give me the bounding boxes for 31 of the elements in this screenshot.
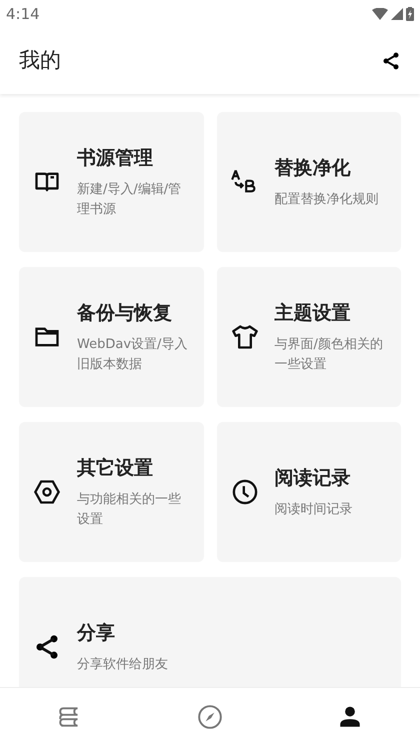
card-title: 阅读记录	[274, 466, 352, 491]
signal-icon	[391, 8, 403, 20]
shirt-icon	[230, 323, 258, 351]
card-title: 分享	[77, 620, 116, 646]
card-description: 与界面/颜色相关的一些设置	[274, 336, 384, 374]
share-icon[interactable]	[381, 51, 401, 71]
menu-card[interactable]: 替换净化 配置替换净化规则	[216, 112, 401, 252]
card-description: 阅读时间记录	[274, 501, 352, 520]
battery-icon	[406, 7, 414, 21]
menu-card[interactable]: 书源管理 新建/导入/编辑/管理书源	[19, 112, 204, 252]
clock-icon	[230, 478, 258, 506]
menu-card[interactable]: 主题设置 与界面/颜色相关的一些设置	[216, 267, 401, 407]
hexagon-icon	[33, 478, 61, 506]
menu-card[interactable]: 备份与恢复 WebDav设置/导入旧版本数据	[19, 267, 204, 407]
card-title: 备份与恢复	[77, 300, 173, 326]
card-title: 替换净化	[274, 156, 352, 181]
menu-card[interactable]: 阅读记录 阅读时间记录	[216, 422, 401, 562]
menu-card[interactable]: 分享 分享软件给朋友	[19, 577, 401, 687]
card-description: 配置替换净化规则	[274, 191, 378, 210]
card-description: WebDav设置/导入旧版本数据	[77, 336, 188, 374]
card-description: 与功能相关的一些设置	[77, 491, 182, 530]
card-title: 书源管理	[77, 146, 154, 171]
card-title: 其它设置	[77, 456, 154, 481]
page-title: 我的	[19, 47, 61, 74]
menu-card[interactable]: 其它设置 与功能相关的一些设置	[19, 422, 204, 562]
card-title: 主题设置	[274, 300, 352, 326]
status-time: 4:14	[6, 4, 40, 25]
card-description: 分享软件给朋友	[77, 656, 168, 674]
card-description: 新建/导入/编辑/管理书源	[77, 181, 182, 220]
wifi-icon	[372, 8, 388, 20]
compass-icon[interactable]	[197, 704, 223, 730]
